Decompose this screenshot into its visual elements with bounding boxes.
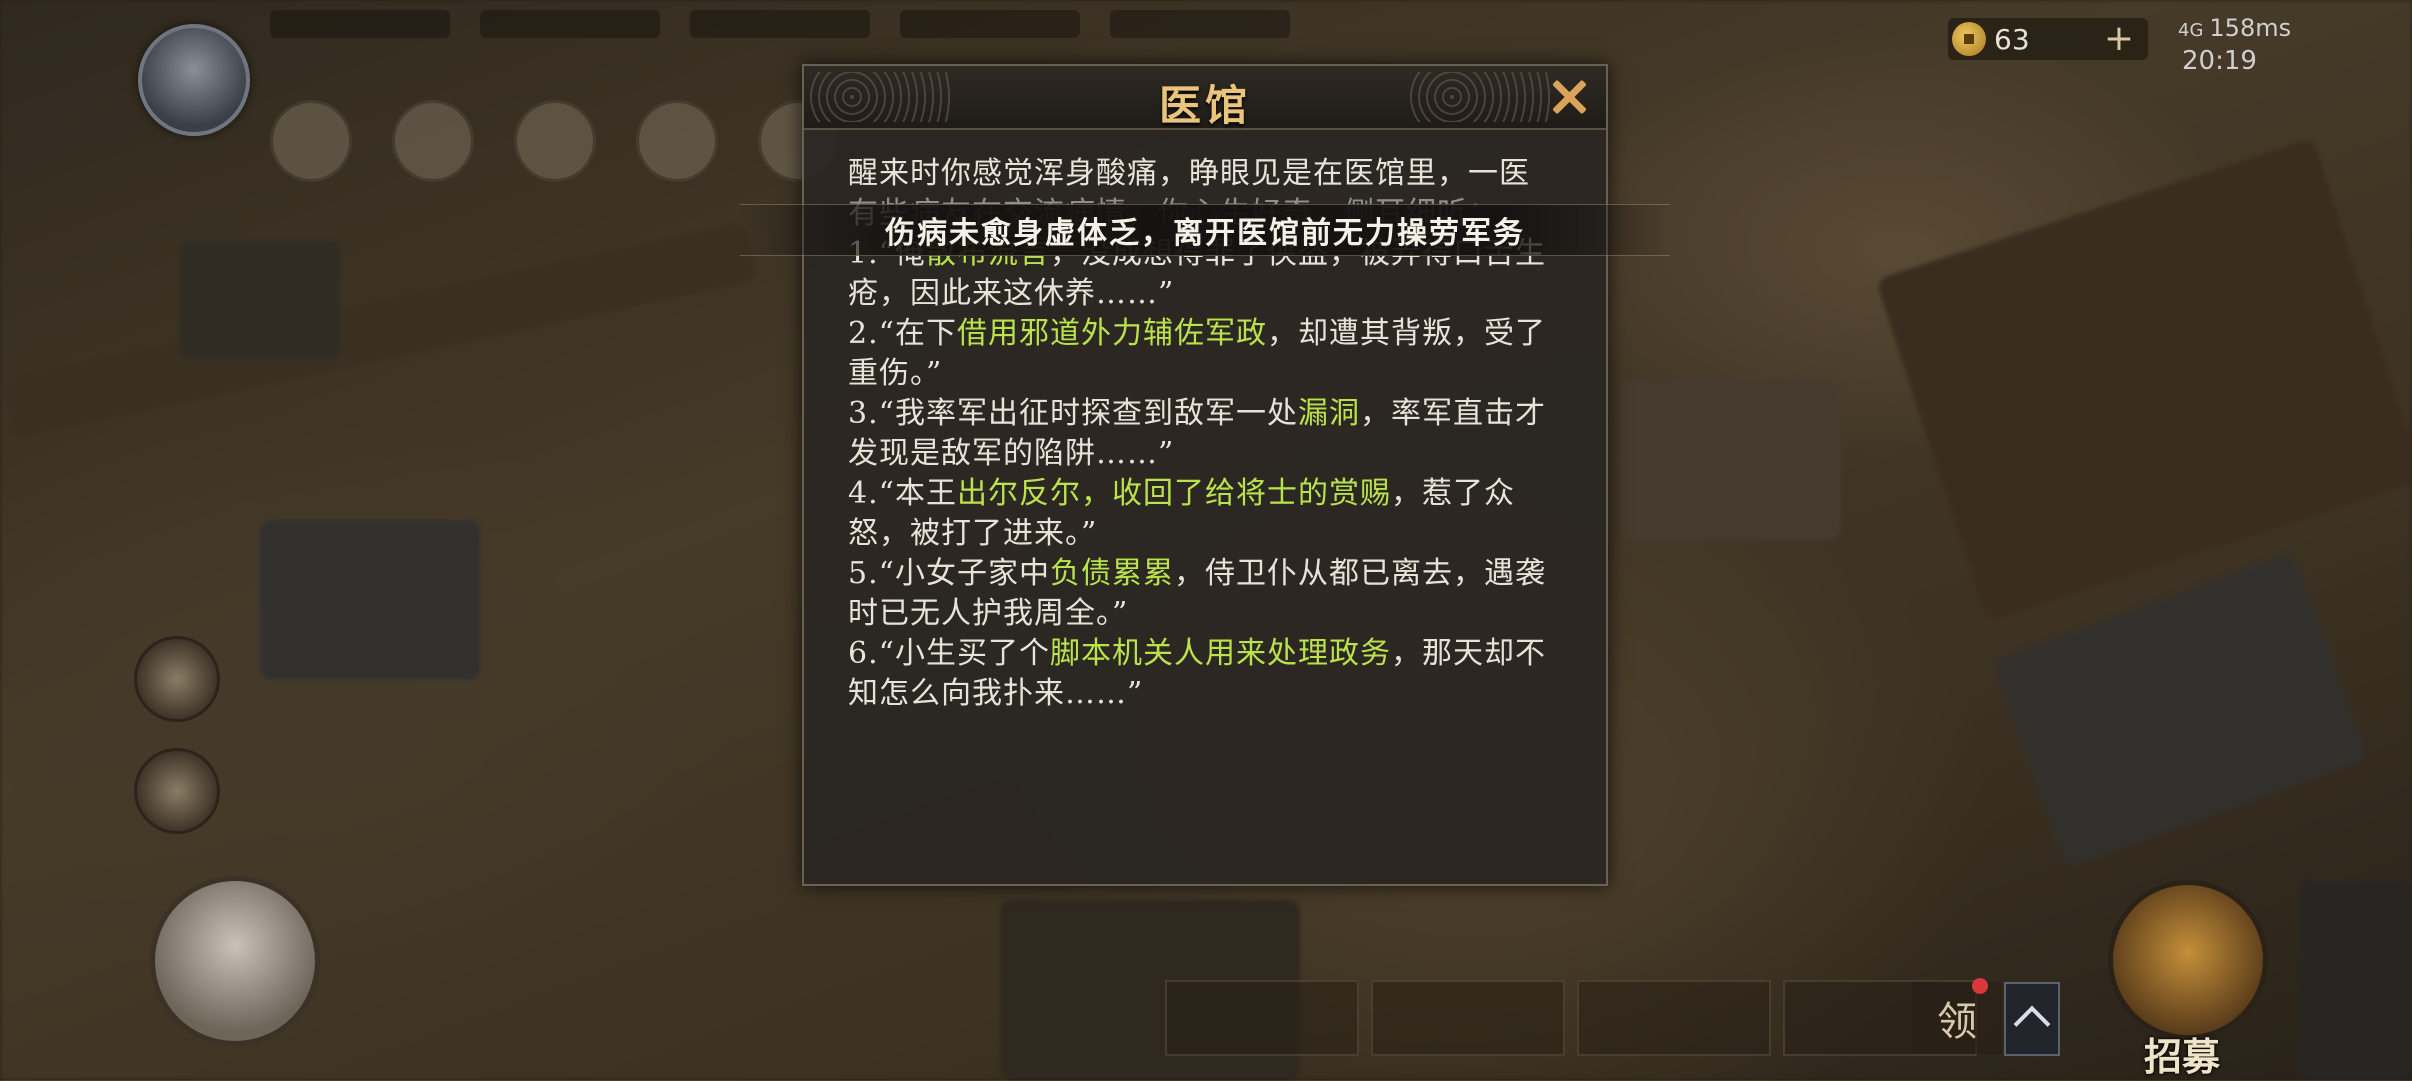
- bottom-menu-item[interactable]: [1165, 980, 1359, 1056]
- toast-text: 伤病未愈身虚体乏，离开医馆前无力操劳军务: [885, 216, 1525, 251]
- close-button[interactable]: [1546, 74, 1592, 120]
- dialog-title: 医馆: [1158, 81, 1251, 130]
- story-item: 4.“本王出尔反尔，收回了给将士的赏赐，惹了众怒，被打了进来。”: [848, 474, 1576, 554]
- story-prefix: 3.“我率军出征时探查到敌军一处: [848, 396, 1298, 431]
- resource-slot: [480, 10, 660, 38]
- bottom-menu-item[interactable]: [1371, 980, 1565, 1056]
- expand-menu-button[interactable]: [2004, 982, 2060, 1056]
- intro-text: 醒来时你感觉浑身酸痛，睁眼见是在医馆里，一医: [848, 156, 1530, 191]
- story-highlight: 出尔反尔，收回了给将士的赏赐: [956, 476, 1391, 511]
- resource-slot: [270, 10, 450, 38]
- bottom-menu-item[interactable]: [1577, 980, 1771, 1056]
- world-map-button[interactable]: [150, 876, 320, 1046]
- story-item: 5.“小女子家中负债累累，侍卫仆从都已离去，遇袭时已无人护我周全。”: [848, 554, 1576, 634]
- gold-currency-box: 63 +: [1948, 18, 2148, 60]
- network-type: 4G: [2178, 20, 2204, 41]
- collect-button[interactable]: 领: [1912, 982, 2002, 1054]
- bottom-menu-bar: [1165, 980, 1977, 1056]
- gold-amount: 63: [1994, 22, 2030, 56]
- recruit-button[interactable]: [2108, 880, 2268, 1040]
- resource-slot: [690, 10, 870, 38]
- story-prefix: 5.“小女子家中: [848, 556, 1050, 591]
- story-highlight: 脚本机关人用来处理政务: [1049, 636, 1391, 671]
- resource-slot: [1110, 10, 1290, 38]
- hero-slot[interactable]: [392, 100, 474, 182]
- toast-banner: 伤病未愈身虚体乏，离开医馆前无力操劳军务: [740, 204, 1670, 256]
- story-item: 2.“在下借用邪道外力辅佐军政，却遭其背叛，受了重伤。”: [848, 314, 1576, 394]
- hospital-dialog: 医馆 醒来时你感觉浑身酸痛，睁眼见是在医馆里，一医 有些病友在交流病情，你心生好…: [802, 64, 1608, 886]
- story-highlight: 漏洞: [1297, 396, 1360, 431]
- story-item: 6.“小生买了个脚本机关人用来处理政务，那天却不知怎么向我扑来……”: [848, 634, 1576, 714]
- hero-slot[interactable]: [636, 100, 718, 182]
- add-gold-button[interactable]: +: [2104, 21, 2134, 57]
- hero-slot[interactable]: [514, 100, 596, 182]
- story-highlight: 负债累累: [1049, 556, 1174, 591]
- story-item: 3.“我率军出征时探查到敌军一处漏洞，率军直击才发现是敌军的陷阱……”: [848, 394, 1576, 474]
- clock: 20:19: [2182, 46, 2257, 76]
- story-prefix: 4.“本王: [848, 476, 957, 511]
- story-list: 1.“俺散布流言，没成想得罪了侠盗，被弄得口舌生疮，因此来这休养……”2.“在下…: [848, 234, 1576, 714]
- hero-slot[interactable]: [270, 100, 352, 182]
- chevron-up-icon: [2013, 1005, 2051, 1043]
- network-status: 4G 158ms: [2178, 14, 2291, 42]
- notification-dot: [1972, 978, 1988, 994]
- story-highlight: 借用邪道外力辅佐军政: [956, 316, 1267, 351]
- dialog-header: 医馆: [804, 66, 1606, 130]
- latency: 158ms: [2209, 14, 2292, 42]
- side-menu-button[interactable]: [134, 748, 220, 834]
- resource-bar: [270, 10, 1290, 38]
- coin-icon: [1952, 22, 1986, 56]
- story-prefix: 6.“小生买了个: [848, 636, 1050, 671]
- recruit-label[interactable]: 招募: [2144, 1026, 2220, 1081]
- player-avatar[interactable]: [138, 24, 250, 136]
- story-prefix: 2.“在下: [848, 316, 957, 351]
- hero-slot-row: [270, 100, 840, 182]
- resource-slot: [900, 10, 1080, 38]
- side-menu-button[interactable]: [134, 636, 220, 722]
